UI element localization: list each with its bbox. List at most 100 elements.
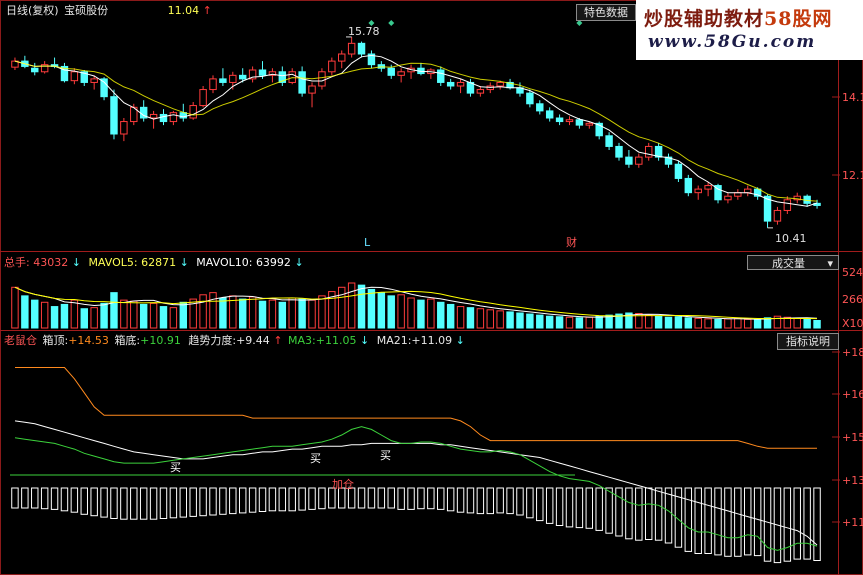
oscillator-bar (397, 487, 405, 510)
volume-bar (714, 318, 722, 329)
oscillator-bar (209, 487, 217, 516)
volume-bar (219, 297, 227, 329)
candle-body (189, 105, 197, 119)
candle-body (545, 110, 554, 119)
oscillator-bar (288, 487, 296, 512)
volume-bar (575, 317, 584, 329)
volume-bar (724, 318, 732, 329)
candle-body (615, 145, 623, 158)
oscillator-bar (704, 487, 712, 554)
oscillator-bar (407, 487, 415, 510)
indicator-help-button[interactable]: 指标说明 (777, 333, 839, 350)
candle-body (209, 78, 217, 91)
candle-body (625, 156, 633, 165)
volume-bar (456, 306, 465, 329)
candle-body (536, 103, 544, 112)
volume-bar (536, 314, 544, 329)
low-price-label: 10.41 (775, 232, 807, 245)
candle-body (258, 69, 267, 76)
oscillator-bar (595, 487, 603, 531)
mavol10-label: MAVOL10: (196, 256, 253, 269)
oscillator-bar (248, 487, 257, 513)
ma21-value: +11.09 (411, 334, 453, 347)
volume-bar (60, 303, 69, 329)
buy-signal-label: 买 (380, 449, 391, 462)
volume-bar (21, 295, 29, 329)
candle-body (397, 71, 405, 76)
indicator-axis-tick: +13 (842, 474, 863, 487)
volume-bar (437, 301, 445, 329)
oscillator-bar (11, 487, 19, 509)
oscillator-bar (268, 487, 277, 512)
down-arrow-icon: ↓ (359, 334, 370, 347)
up-arrow-icon: ↑ (273, 334, 283, 347)
period-label[interactable]: 日线(复权) (6, 4, 59, 17)
oscillator-bar (159, 487, 168, 519)
oscillator-bar (60, 487, 69, 512)
buy-signal-label: 买 (310, 452, 321, 465)
price-axis-tick: 14.1 (842, 91, 863, 104)
candle-body (308, 85, 316, 94)
oscillator-bar (466, 487, 475, 514)
candle-body (229, 74, 237, 83)
candle-body (31, 67, 39, 73)
oscillator-bar (555, 487, 564, 526)
oscillator-bar (536, 487, 544, 522)
oscillator-bar (664, 487, 673, 544)
oscillator-bar (120, 487, 128, 520)
oscillator-bar (654, 487, 663, 541)
oscillator-bar (387, 487, 395, 509)
oscillator-bar (278, 487, 287, 512)
oscillator-bar (585, 487, 594, 529)
oscillator-bar (635, 487, 643, 541)
indicator-name[interactable]: 老鼠仓 (4, 334, 37, 347)
volume-bar (417, 299, 425, 329)
indicator-axis-tick: +18 (842, 346, 863, 359)
oscillator-bar (70, 487, 79, 513)
oscillator-bar (189, 487, 197, 517)
oscillator-bar (724, 487, 732, 557)
oscillator-bar (100, 487, 108, 518)
box-top-line (15, 367, 817, 449)
volume-bar (704, 318, 712, 329)
marker-finance[interactable]: 财 (566, 236, 577, 250)
volume-bar (803, 318, 811, 329)
oscillator-bar (793, 487, 801, 560)
indicator-plot (10, 367, 821, 564)
oscillator-bar (427, 487, 435, 510)
oscillator-bar (744, 487, 752, 556)
ma10-line (14, 60, 818, 202)
chart-canvas (0, 0, 863, 575)
volume-axis-tick: 266 (842, 293, 863, 306)
volume-bar (268, 299, 277, 329)
volume-indicator-dropdown[interactable]: 成交量 ▾ (747, 255, 839, 270)
oscillator-bar (486, 487, 494, 515)
ma5-line (14, 54, 818, 207)
candle-body (446, 81, 455, 87)
candle-body (585, 122, 594, 126)
oscillator-bar (526, 487, 534, 519)
marker-l[interactable]: L (364, 236, 370, 250)
volume-bar (209, 292, 217, 329)
oscillator-bar (496, 487, 504, 514)
down-arrow-icon: ↓ (71, 256, 81, 269)
candle-body (90, 78, 98, 83)
mavol5-label: MAVOL5: (88, 256, 138, 269)
volume-bar (258, 300, 267, 329)
volume-bar (90, 307, 98, 329)
volume-bar (694, 317, 702, 329)
volume-bar (159, 306, 168, 329)
candle-body (644, 145, 653, 158)
volume-bar (516, 312, 524, 329)
candle-body (110, 96, 118, 135)
special-data-button[interactable]: 特色数据 (576, 4, 636, 21)
volume-bar (130, 300, 138, 329)
high-price-label: 15.78 (348, 25, 380, 38)
oscillator-bar (357, 487, 366, 509)
candle-body (555, 117, 564, 123)
oscillator-bar (506, 487, 514, 515)
volume-bar (427, 298, 435, 329)
candle-body (684, 177, 693, 194)
oscillator-bar (308, 487, 316, 510)
event-diamond-icon (388, 20, 395, 26)
